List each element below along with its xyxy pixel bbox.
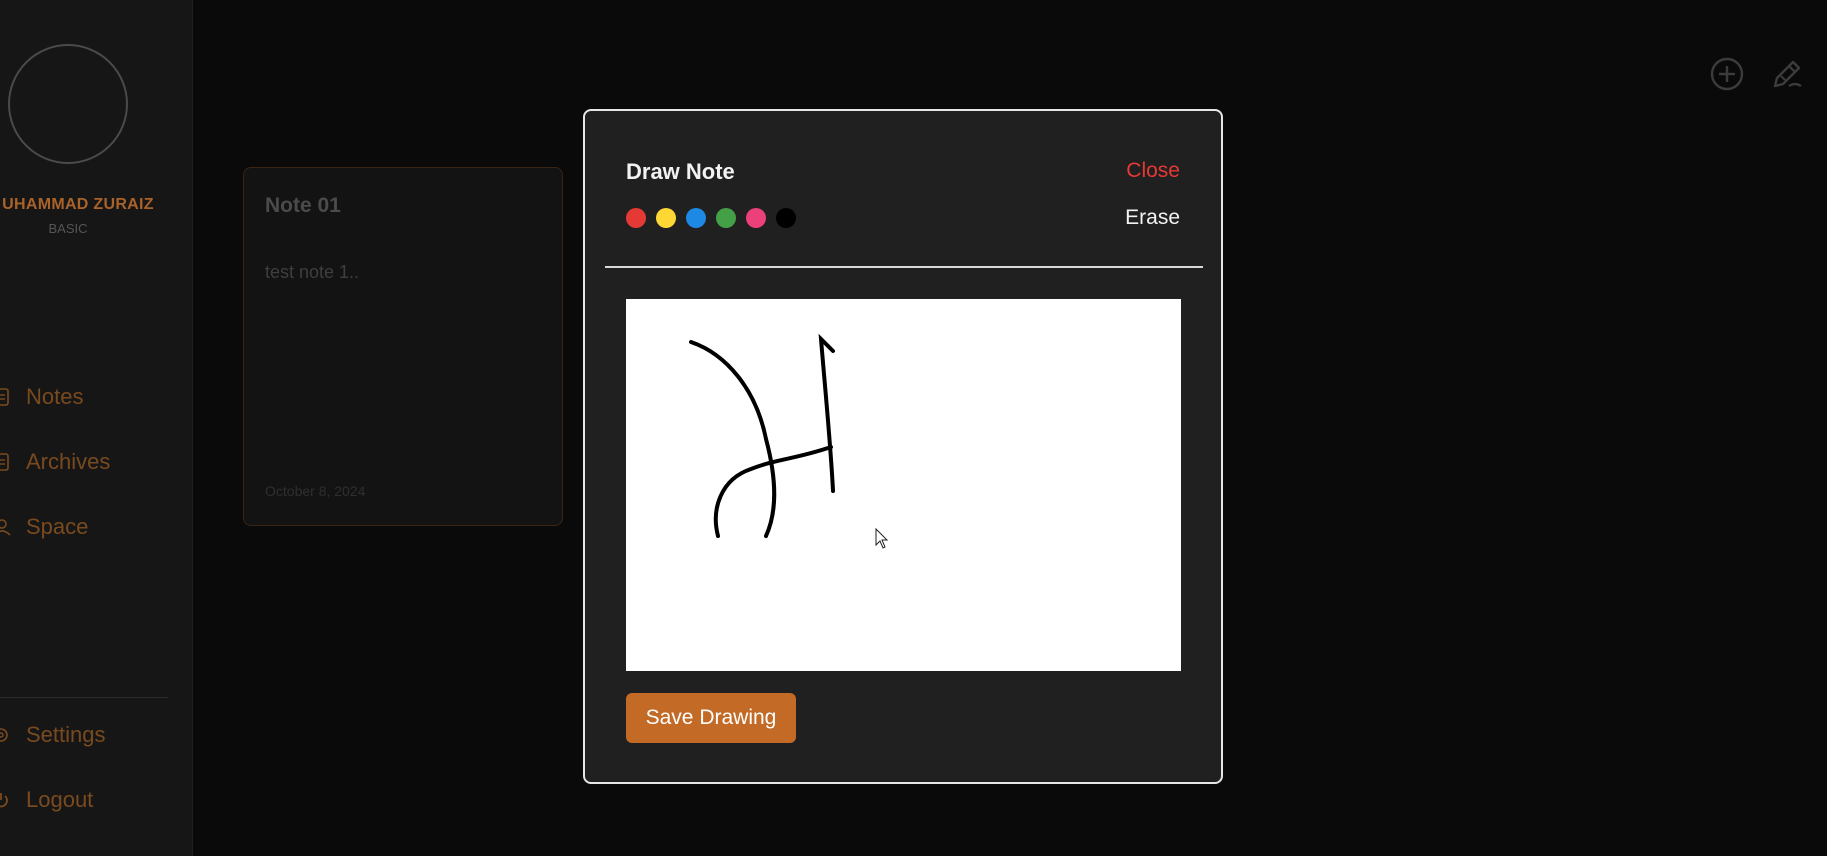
sidebar-item-notes[interactable]: Notes <box>0 384 83 410</box>
add-circle-icon <box>1707 54 1747 94</box>
close-button[interactable]: Close <box>1126 159 1180 183</box>
drawing-canvas[interactable] <box>626 299 1181 671</box>
notes-icon <box>0 388 14 406</box>
color-swatch-red[interactable] <box>626 208 646 228</box>
draw-note-modal: Draw Note Close Erase Save Drawing <box>583 109 1223 784</box>
color-palette <box>626 208 796 228</box>
sidebar-item-label: Space <box>26 514 89 539</box>
draw-note-button[interactable] <box>1767 54 1807 94</box>
color-swatch-green[interactable] <box>716 208 736 228</box>
sidebar-item-label: Archives <box>26 449 111 474</box>
note-date: October 8, 2024 <box>265 483 366 499</box>
user-plan: BASIC <box>48 221 88 236</box>
drawing-stroke <box>818 333 835 493</box>
sidebar-item-label: Notes <box>26 384 84 409</box>
modal-title: Draw Note <box>626 159 735 184</box>
color-swatch-yellow[interactable] <box>656 208 676 228</box>
note-title: Note 01 <box>265 194 341 217</box>
sidebar: UHAMMAD ZURAIZ BASIC Notes Archives Spac… <box>0 0 193 856</box>
erase-button[interactable]: Erase <box>1125 206 1180 230</box>
gear-icon <box>0 726 14 744</box>
user-icon <box>0 518 14 536</box>
draw-pencil-icon <box>1767 54 1807 94</box>
color-swatch-pink[interactable] <box>746 208 766 228</box>
note-body: test note 1.. <box>265 262 360 282</box>
sidebar-item-logout[interactable]: Logout <box>0 787 93 813</box>
sidebar-item-settings[interactable]: Settings <box>0 722 106 748</box>
note-card[interactable]: Note 01 test note 1.. October 8, 2024 <box>243 167 563 526</box>
sidebar-item-label: Settings <box>26 722 106 747</box>
app-root: UHAMMAD ZURAIZ BASIC Notes Archives Spac… <box>0 0 1827 856</box>
color-swatch-blue[interactable] <box>686 208 706 228</box>
user-name: UHAMMAD ZURAIZ <box>2 196 154 213</box>
color-swatch-black[interactable] <box>776 208 796 228</box>
drawing-stroke <box>689 340 777 538</box>
save-drawing-button[interactable]: Save Drawing <box>626 693 796 743</box>
power-icon <box>0 791 14 809</box>
avatar[interactable] <box>8 44 128 164</box>
mouse-cursor-icon <box>875 527 889 549</box>
sidebar-item-space[interactable]: Space <box>0 514 88 540</box>
add-note-button[interactable] <box>1707 54 1747 94</box>
sidebar-item-label: Logout <box>26 787 94 812</box>
sidebar-divider <box>0 697 168 698</box>
archive-icon <box>0 453 14 471</box>
sidebar-item-archives[interactable]: Archives <box>0 449 110 475</box>
modal-divider <box>605 266 1203 268</box>
